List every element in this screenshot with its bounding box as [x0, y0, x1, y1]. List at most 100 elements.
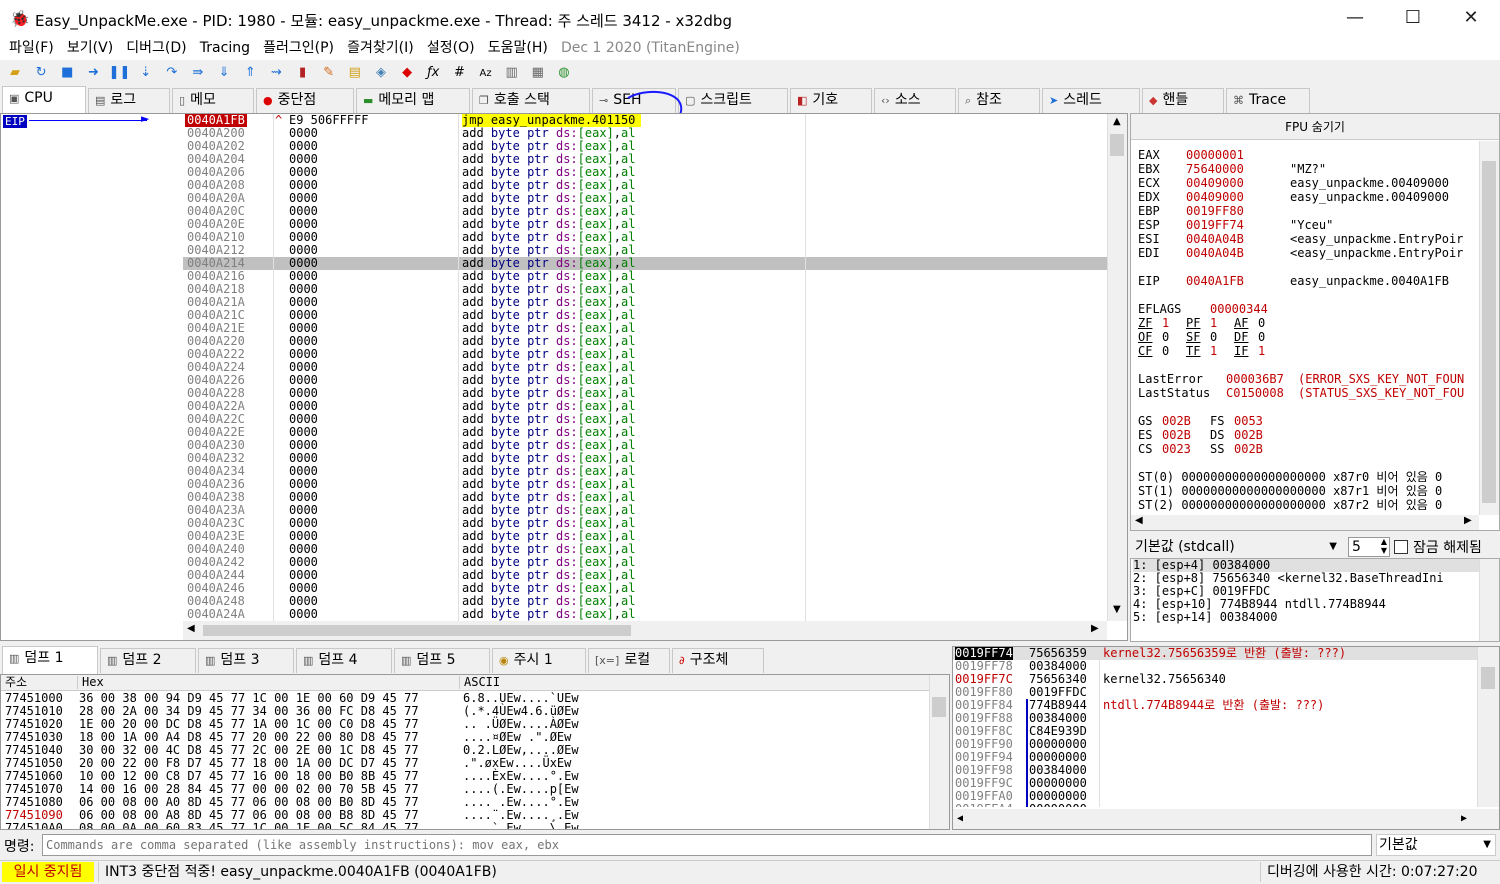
col-address[interactable]: 주소 [5, 676, 27, 689]
disasm-row[interactable]: ●0040A23A0000add byte ptr ds:[eax],al [183, 504, 1107, 517]
tab-log[interactable]: ▤ 로그 [88, 88, 170, 113]
disasm-row[interactable]: ●0040A2460000add byte ptr ds:[eax],al [183, 582, 1107, 595]
disasm-row[interactable]: ●0040A24A0000add byte ptr ds:[eax],al [183, 608, 1107, 621]
disasm-row[interactable]: ●0040A22A0000add byte ptr ds:[eax],al [183, 400, 1107, 413]
disasm-row[interactable]: ●0040A2380000add byte ptr ds:[eax],al [183, 491, 1107, 504]
disasm-row[interactable]: ●0040A20E0000add byte ptr ds:[eax],al [183, 218, 1107, 231]
calculator-icon[interactable]: ▦ [527, 62, 549, 84]
col-ascii[interactable]: ASCII [459, 676, 500, 689]
tab-handles[interactable]: ◆ 핸들 [1142, 88, 1224, 113]
menu-options[interactable]: 설정(O) [418, 38, 475, 58]
disasm-row[interactable]: ●0040A2260000add byte ptr ds:[eax],al [183, 374, 1107, 387]
disasm-row[interactable]: ●0040A2000000add byte ptr ds:[eax],al [183, 127, 1107, 140]
disasm-row[interactable]: ●0040A23E0000add byte ptr ds:[eax],al [183, 530, 1107, 543]
patch-icon[interactable]: ▮ [292, 62, 314, 84]
stack-pane[interactable]: 0019FF74 75656359 kernel32.75656359로 반환 (출… [952, 646, 1500, 830]
disasm-row[interactable]: ●0040A2480000add byte ptr ds:[eax],al [183, 595, 1107, 608]
fpu-st-row[interactable]: ST(0) 00000000000000000000 x87r0 비어 있음 0 [1138, 470, 1442, 484]
close-button[interactable]: ✕ [1442, 0, 1500, 38]
tab-dump-1[interactable]: ▥ 덤프 1 [2, 646, 98, 674]
bookmark-icon[interactable]: ◈ [370, 62, 392, 84]
function-icon[interactable]: ƒx [422, 62, 444, 84]
run-to-user-code-icon[interactable]: ⇝ [265, 62, 287, 84]
script-icon[interactable]: ▥ [501, 62, 523, 84]
menu-plugins[interactable]: 플러그인(P) [254, 38, 334, 58]
tab-breakpoints[interactable]: ● 중단점 [256, 88, 354, 113]
call-arguments-pane[interactable]: 1: [esp+4] 00384000 2: [esp+8] 75656340 <… [1130, 558, 1500, 642]
disasm-row[interactable]: ●0040A20C0000add byte ptr ds:[eax],al [183, 205, 1107, 218]
disasm-row[interactable]: ●0040A2280000add byte ptr ds:[eax],al [183, 387, 1107, 400]
disasm-row[interactable]: ●0040A2200000add byte ptr ds:[eax],al [183, 335, 1107, 348]
hide-fpu-button[interactable]: FPU 숨기기 [1131, 114, 1499, 140]
dump-scroll-thumb[interactable] [932, 697, 946, 717]
stack-vscrollbar[interactable] [1477, 647, 1499, 807]
register-eflags[interactable]: EFLAGS 00000344 [1138, 302, 1268, 316]
disasm-row[interactable]: ●0040A2180000add byte ptr ds:[eax],al [183, 283, 1107, 296]
fpu-st-row[interactable]: ST(1) 00000000000000000000 x87r1 비어 있음 0 [1138, 484, 1442, 498]
disassembly-vscrollbar[interactable]: ▲ ▼ [1107, 114, 1127, 621]
execute-till-return-icon[interactable]: ⇑ [239, 62, 261, 84]
disassembly-list[interactable]: 0040A1FB ^ E9 506FFFFF jmp easy_unpackme.40… [183, 114, 1107, 621]
register-esi[interactable]: ESI 0040A04B <easy_unpackme.EntryPoir [1138, 232, 1463, 246]
disasm-row[interactable]: ●0040A2160000add byte ptr ds:[eax],al [183, 270, 1107, 283]
stack-scroll-thumb[interactable] [1481, 667, 1495, 689]
fpu-st-row[interactable]: ST(2) 00000000000000000000 x87r2 비어 있음 0 [1138, 498, 1442, 511]
comment-icon[interactable]: ✎ [318, 62, 340, 84]
trace-into-icon[interactable]: ⇛ [187, 62, 209, 84]
disasm-row[interactable]: ●0040A21A0000add byte ptr ds:[eax],al [183, 296, 1107, 309]
tab-threads[interactable]: ➤ 스레드 [1042, 88, 1140, 113]
dump-vscrollbar[interactable] [929, 675, 949, 829]
reg-scroll-left[interactable]: ◀ [1135, 515, 1143, 526]
stack-scroll-right[interactable]: ▶ [1461, 812, 1467, 825]
disasm-row[interactable]: ●0040A2400000add byte ptr ds:[eax],al [183, 543, 1107, 556]
disasm-row[interactable]: ●0040A2120000add byte ptr ds:[eax],al [183, 244, 1107, 257]
breakpoint-tag-icon[interactable]: ◆ [396, 62, 418, 84]
flag-row[interactable]: CF 0 TF 1 IF 1 [1138, 344, 1282, 358]
disasm-row[interactable]: ●0040A2080000add byte ptr ds:[eax],al [183, 179, 1107, 192]
registers-hscrollbar[interactable]: ◀ ▶ [1131, 515, 1479, 530]
restart-icon[interactable]: ↻ [30, 62, 52, 84]
reg-scroll-right[interactable]: ▶ [1464, 515, 1472, 526]
disasm-row[interactable]: ●0040A2220000add byte ptr ds:[eax],al [183, 348, 1107, 361]
segment-row[interactable]: GS 002B FS 0053 [1138, 414, 1263, 428]
tab-memory-map[interactable]: ▬ 메모리 맵 [356, 88, 470, 113]
tab-struct[interactable]: ∂ 구조체 [672, 648, 764, 673]
scroll-right-arrow[interactable]: ▶ [1091, 623, 1099, 634]
disasm-row[interactable]: ●0040A2420000add byte ptr ds:[eax],al [183, 556, 1107, 569]
stack-scroll-left[interactable]: ◀ [957, 812, 963, 825]
unlock-checkbox[interactable] [1394, 540, 1408, 554]
disasm-row[interactable]: ●0040A2020000add byte ptr ds:[eax],al [183, 140, 1107, 153]
tab-locals[interactable]: [x=] 로컬 [588, 648, 670, 673]
register-esp[interactable]: ESP 0019FF74 "Yceu" [1138, 218, 1333, 232]
stop-icon[interactable]: ■ [56, 62, 78, 84]
args-vscrollbar[interactable] [1479, 559, 1499, 641]
tab-call-stack[interactable]: ❐ 호출 스택 [472, 88, 590, 113]
run-icon[interactable]: ➜ [82, 62, 104, 84]
disassembly-hscrollbar[interactable]: ◀ ▶ [183, 621, 1107, 640]
menu-help[interactable]: 도움말(H) [479, 38, 548, 58]
trace-over-icon[interactable]: ⇓ [213, 62, 235, 84]
pause-icon[interactable]: ❚❚ [109, 62, 131, 84]
calling-convention-select[interactable]: 기본값 (stdcall) ▼ [1130, 537, 1342, 557]
font-size-icon[interactable]: Az [475, 63, 497, 85]
scroll-up-arrow[interactable]: ▲ [1113, 116, 1121, 127]
tab-dump-4[interactable]: ▥ 덤프 4 [296, 648, 392, 673]
disasm-row[interactable]: ●0040A2300000add byte ptr ds:[eax],al [183, 439, 1107, 452]
disasm-row[interactable]: ●0040A21C0000add byte ptr ds:[eax],al [183, 309, 1107, 322]
scroll-thumb[interactable] [1110, 134, 1124, 156]
disasm-row-current[interactable]: 0040A1FB ^ E9 506FFFFF jmp easy_unpackme.40… [183, 114, 1107, 127]
last-error[interactable]: LastError 000036B7 (ERROR_SXS_KEY_NOT_FOUN [1138, 372, 1464, 386]
tab-dump-5[interactable]: ▥ 덤프 5 [394, 648, 490, 673]
register-list[interactable]: EAX 00000001 EBX 75640000 "MZ?" ECX 00409000 ea… [1138, 148, 1478, 511]
tab-cpu[interactable]: ▣ CPU [2, 86, 86, 114]
menu-debug[interactable]: 디버그(D) [117, 38, 186, 58]
segment-row[interactable]: ES 002B DS 002B [1138, 428, 1263, 442]
breakpoint-gutter[interactable] [169, 114, 183, 621]
hash-icon[interactable]: # [448, 62, 470, 84]
maximize-button[interactable]: ☐ [1384, 0, 1442, 38]
tab-symbols[interactable]: ◧ 기호 [790, 88, 872, 113]
register-ebp[interactable]: EBP 0019FF80 [1138, 204, 1290, 218]
tab-script[interactable]: ▢ 스크립트 [678, 88, 788, 113]
disasm-row[interactable]: ●0040A21E0000add byte ptr ds:[eax],al [183, 322, 1107, 335]
menu-tracing[interactable]: Tracing [191, 38, 250, 58]
